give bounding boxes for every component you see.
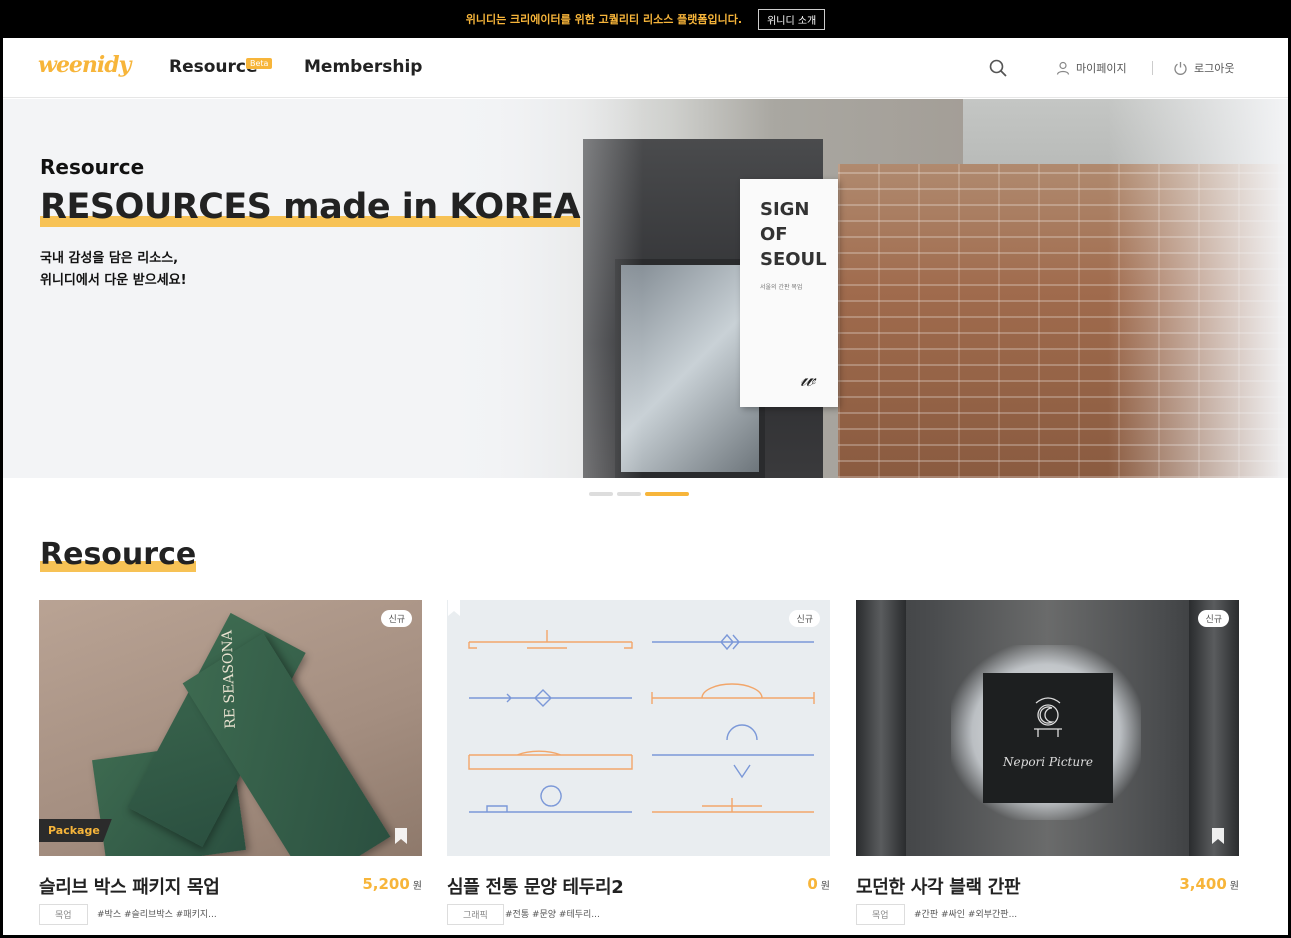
logo[interactable]: weenidy <box>38 52 131 78</box>
card-title[interactable]: 슬리브 박스 패키지 목업 <box>39 873 220 899</box>
card-thumbnail[interactable]: Nepori Picture 신규 <box>856 600 1239 856</box>
logout-link[interactable]: 로그아웃 <box>1173 60 1234 76</box>
notice-bar: 위니디는 크리에이터를 위한 고퀄리티 리소스 플랫폼입니다. 위니디 소개 <box>3 0 1288 38</box>
card-price: 5,200 원 <box>362 875 422 893</box>
new-badge: 신규 <box>789 610 820 627</box>
price-value: 0 <box>807 875 818 893</box>
section-title: Resource <box>40 537 197 572</box>
pager-dot-3-active[interactable] <box>645 492 689 496</box>
box-label: RE SEASONA <box>219 629 239 729</box>
sign-logo-mark: 𝓌 <box>800 367 816 392</box>
category-tag[interactable]: 목업 <box>39 904 88 925</box>
sign-line-3: SEOUL <box>760 249 827 270</box>
notice-message: 위니디는 크리에이터를 위한 고퀄리티 리소스 플랫폼입니다. <box>465 13 743 26</box>
hero-description-line-1: 국내 감성을 담은 리소스, <box>40 251 179 266</box>
pager-dot-2[interactable] <box>617 492 641 496</box>
new-badge: 신규 <box>1198 610 1229 627</box>
hero-banner[interactable]: SIGN OF SEOUL 서울의 간판 목업 𝓌 Resource RESOU… <box>3 99 1288 478</box>
pillar-left <box>856 600 906 856</box>
black-sign-panel: Nepori Picture <box>983 673 1113 803</box>
resource-card-1[interactable]: RE SEASONA 신규 Package 슬리브 박스 패키지 목업 5,20… <box>39 600 422 925</box>
about-button[interactable]: 위니디 소개 <box>758 8 826 30</box>
price-unit: 원 <box>1229 881 1239 892</box>
hashtags: #간판 #싸인 #외부간판... <box>914 910 1018 920</box>
hero-subtitle: Resource <box>40 155 145 179</box>
category-tag[interactable]: 그래픽 <box>447 904 504 925</box>
package-badge: Package <box>39 819 112 842</box>
mypage-link[interactable]: 마이페이지 <box>1056 60 1127 76</box>
slide-pager <box>589 492 689 496</box>
pager-dot-1[interactable] <box>589 492 613 496</box>
pattern-border-graphic <box>468 630 815 813</box>
price-value: 3,400 <box>1179 875 1227 893</box>
nav-membership[interactable]: Membership <box>304 57 422 77</box>
hero-fade-right <box>1108 99 1288 478</box>
category-tag[interactable]: 목업 <box>856 904 905 925</box>
card-price: 0 원 <box>807 875 830 893</box>
bookmark-icon[interactable] <box>1211 828 1225 844</box>
hero-description-line-2: 위니디에서 다운 받으세요! <box>40 273 187 288</box>
card-thumbnail[interactable]: RE SEASONA 신규 Package <box>39 600 422 856</box>
price-value: 5,200 <box>362 875 410 893</box>
page: 위니디는 크리에이터를 위한 고퀄리티 리소스 플랫폼입니다. 위니디 소개 w… <box>3 0 1288 935</box>
new-badge: 신규 <box>381 610 412 627</box>
sign-line-1: SIGN <box>760 199 810 220</box>
sign-line-2: OF <box>760 224 788 245</box>
hero-sign: SIGN OF SEOUL 서울의 간판 목업 𝓌 <box>740 179 838 407</box>
card-title[interactable]: 심플 전통 문양 테두리2 <box>447 873 624 899</box>
bookmark-icon[interactable] <box>447 600 461 616</box>
pillar-right <box>1189 600 1239 856</box>
hero-title: RESOURCES made in KOREA <box>40 187 581 227</box>
mypage-label: 마이페이지 <box>1076 62 1127 75</box>
user-icon <box>1056 61 1070 75</box>
card-title[interactable]: 모던한 사각 블랙 간판 <box>856 873 1021 899</box>
hashtags: #전통 #문양 #테두리... <box>505 910 600 920</box>
sign-panel-text: Nepori Picture <box>1003 755 1093 769</box>
resource-card-3[interactable]: Nepori Picture 신규 모던한 사각 블랙 간판 3,400 원 목… <box>856 600 1239 925</box>
card-price: 3,400 원 <box>1179 875 1239 893</box>
moon-emblem-icon <box>1034 697 1062 737</box>
header: weenidy Resource Beta Membership 마이페이지 로… <box>3 38 1288 98</box>
nav-resource[interactable]: Resource <box>169 57 258 77</box>
header-divider <box>1152 61 1153 75</box>
price-unit: 원 <box>412 881 422 892</box>
power-icon <box>1174 61 1187 75</box>
search-icon[interactable] <box>989 59 1007 77</box>
price-unit: 원 <box>820 881 830 892</box>
resource-card-2[interactable]: 신규 심플 전통 문양 테두리2 0 원 그래픽 #전통 #문양 #테두리... <box>447 600 830 925</box>
hashtags: #박스 #슬리브박스 #패키지... <box>97 910 217 920</box>
bookmark-icon[interactable] <box>394 828 408 844</box>
sign-caption: 서울의 간판 목업 <box>760 284 803 291</box>
card-thumbnail[interactable]: 신규 <box>447 600 830 856</box>
logout-label: 로그아웃 <box>1194 62 1235 75</box>
beta-badge: Beta <box>246 58 273 69</box>
